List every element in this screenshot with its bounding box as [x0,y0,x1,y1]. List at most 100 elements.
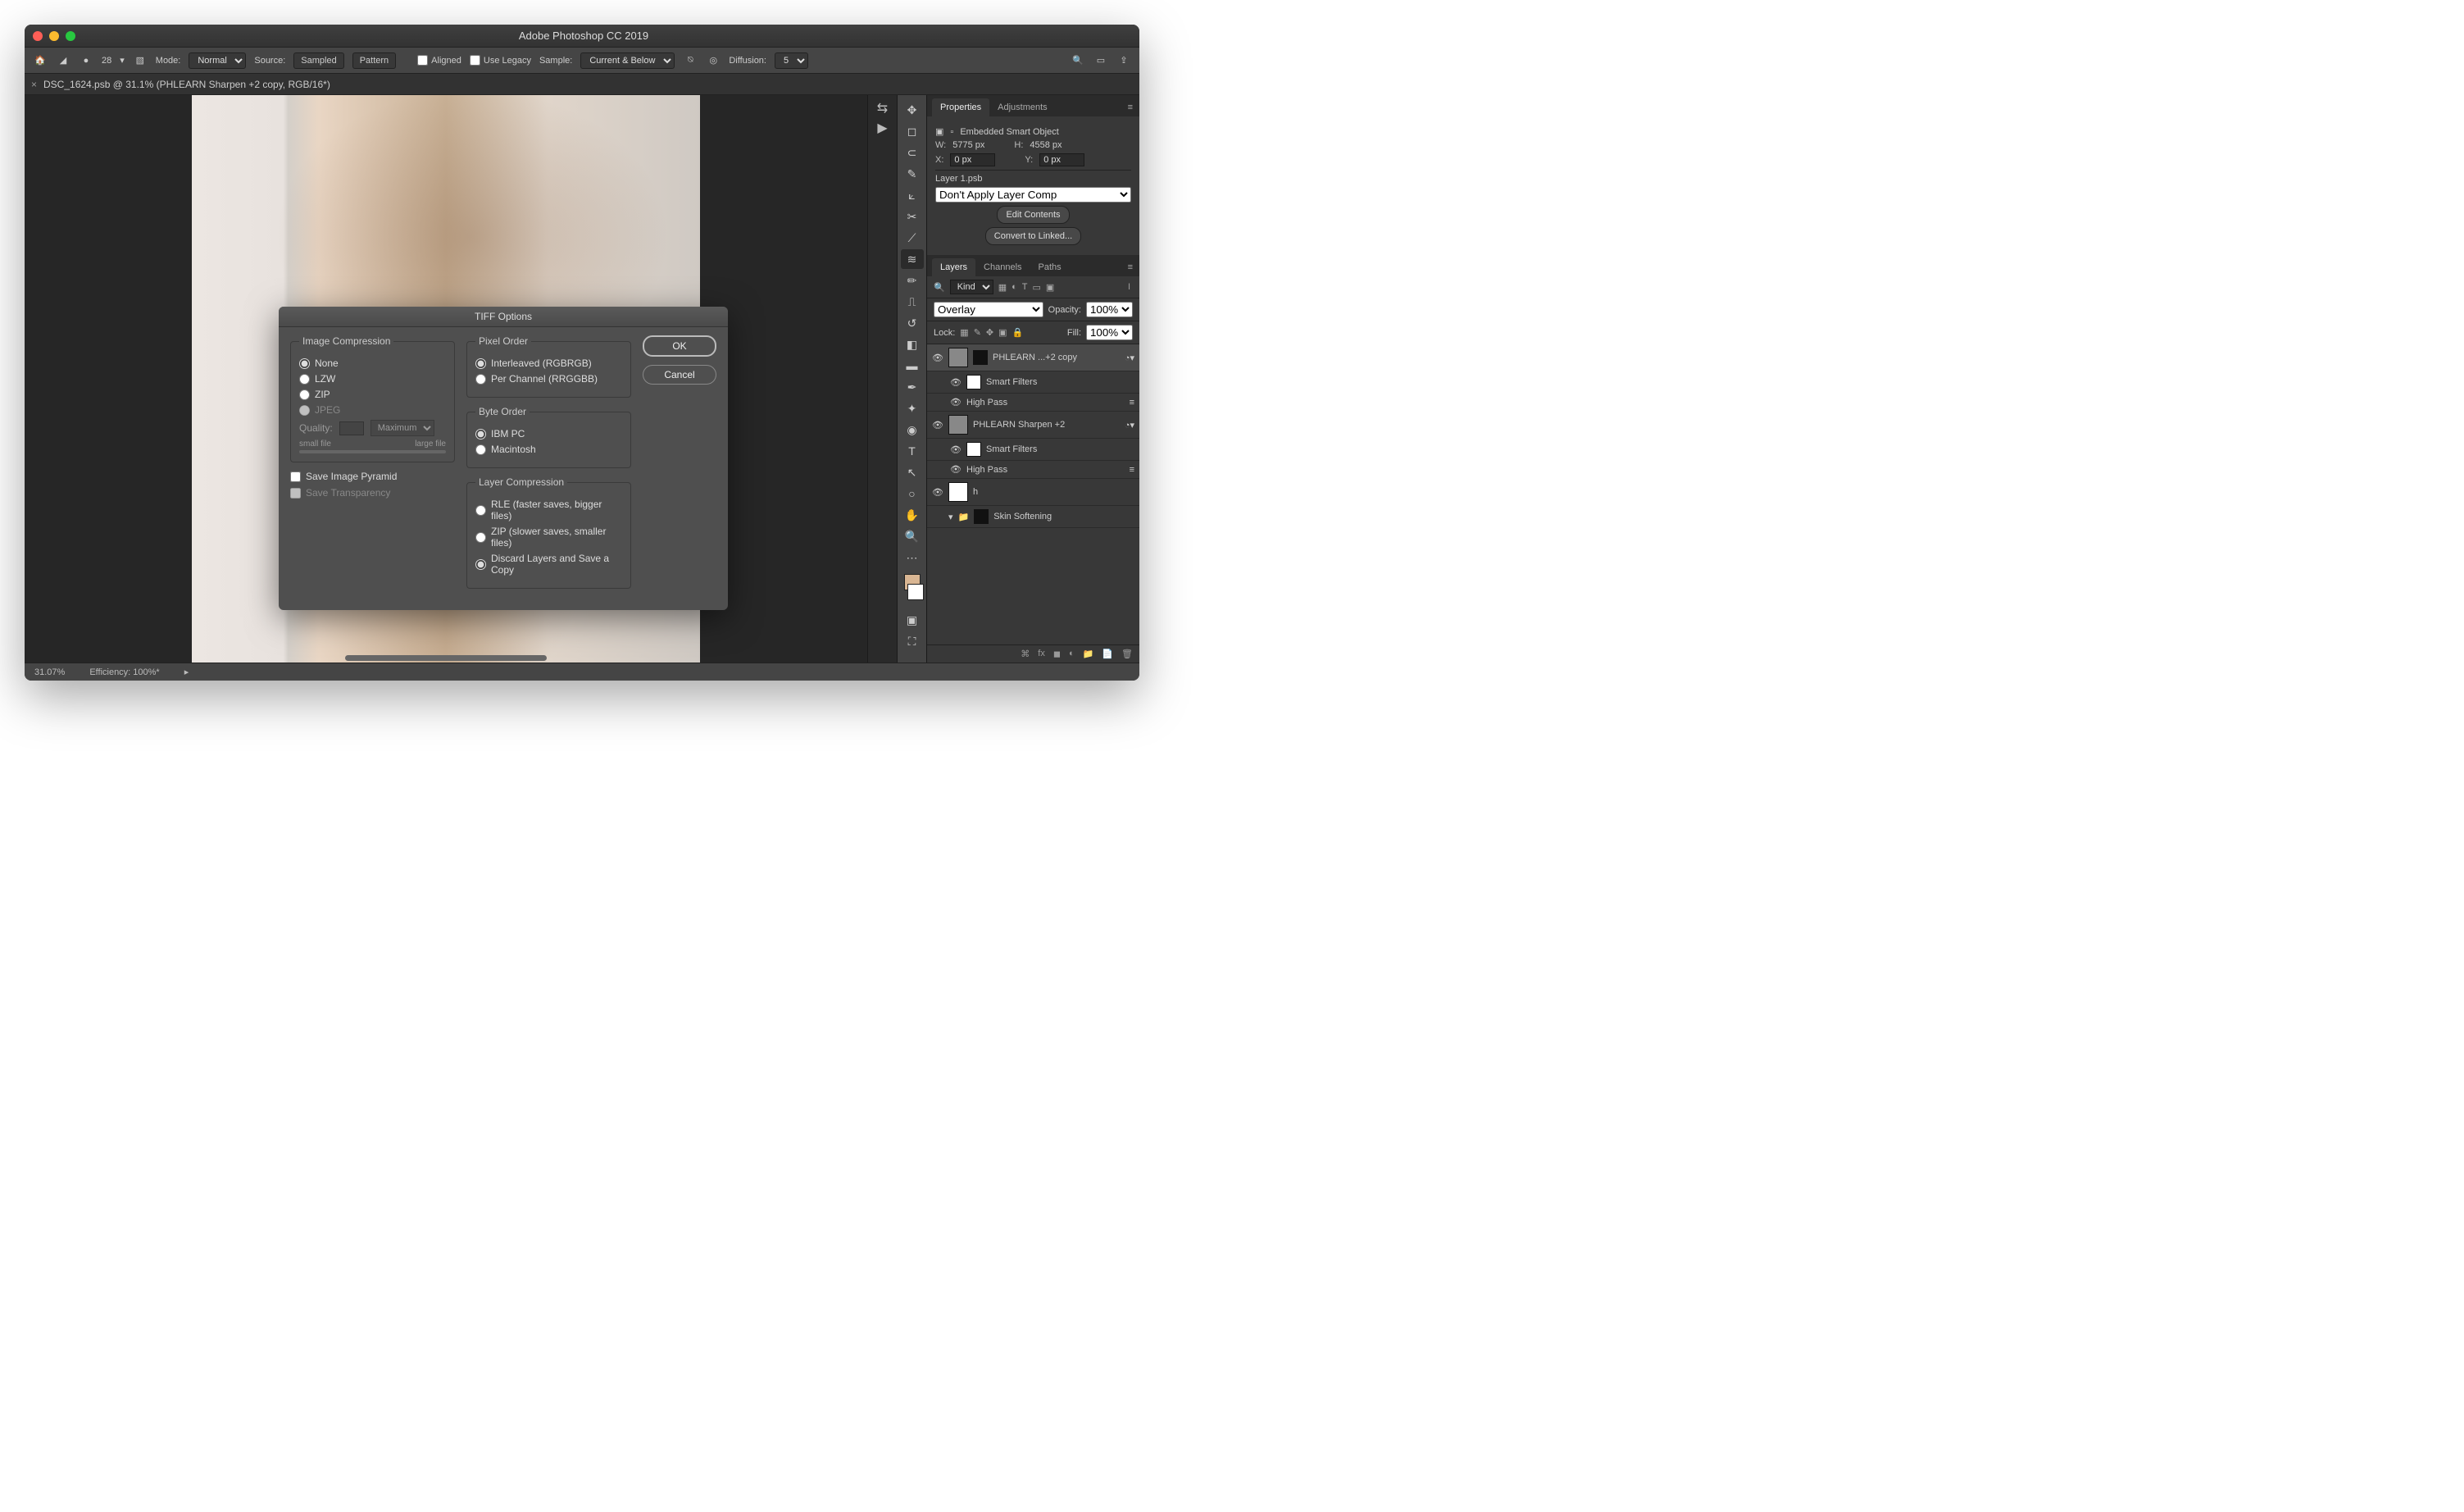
brush-size[interactable]: 28 [102,56,111,66]
layer-row[interactable]: 👁 High Pass ≡ [927,461,1139,479]
tab-layers[interactable]: Layers [932,258,975,276]
eyedropper-tool-icon[interactable]: ⟋ [901,228,924,248]
filter-expand-icon[interactable]: ◔▾ [1125,420,1134,430]
layer-row[interactable]: 👁 PHLEARN ...+2 copy ◔▾ [927,344,1139,371]
document-tab[interactable]: DSC_1624.psb @ 31.1% (PHLEARN Sharpen +2… [43,79,330,90]
lasso-tool-icon[interactable]: ⊂ [901,143,924,162]
lock-transparent-icon[interactable]: ▦ [960,327,968,338]
layer-rle-radio[interactable]: RLE (faster saves, bigger files) [475,499,622,521]
pixel-per-channel-radio[interactable]: Per Channel (RRGGBB) [475,373,622,385]
layer-row[interactable]: 👁 Smart Filters [927,371,1139,394]
tool-preset-icon[interactable]: ◢ [56,53,70,68]
panel-icon-1[interactable]: ⇆ [877,100,888,116]
layer-thumbnail[interactable] [948,482,968,502]
lock-position-icon[interactable]: ✥ [986,327,993,338]
visibility-toggle-icon[interactable]: 👁 [950,397,962,408]
blur-tool-icon[interactable]: ◉ [901,420,924,439]
layer-list[interactable]: 👁 PHLEARN ...+2 copy ◔▾ 👁 Smart Filters … [927,344,1139,644]
share-icon[interactable]: ⇪ [1116,53,1131,68]
brush-tool-icon[interactable]: ✎ [901,164,924,184]
layer-discard-radio[interactable]: Discard Layers and Save a Copy [475,553,622,576]
canvas-scrollbar-horizontal[interactable] [25,654,867,663]
convert-linked-button[interactable]: Convert to Linked... [985,227,1081,245]
new-group-icon[interactable]: 📁 [1083,649,1094,659]
blend-mode-select[interactable]: Overlay [934,302,1043,317]
byte-ibm-radio[interactable]: IBM PC [475,428,622,439]
layer-row[interactable]: 👁 Smart Filters [927,439,1139,461]
visibility-toggle-icon[interactable]: 👁 [950,444,962,455]
cancel-button[interactable]: Cancel [643,365,716,385]
gradient-tool-icon[interactable]: ▬ [901,356,924,376]
layer-row[interactable]: 👁 High Pass ≡ [927,394,1139,412]
filter-options-icon[interactable]: ≡ [1130,465,1134,475]
compression-none-radio[interactable]: None [299,358,446,369]
filter-options-icon[interactable]: ≡ [1130,398,1134,408]
layer-row[interactable]: ▾ 📁 Skin Softening [927,506,1139,528]
patch-tool-icon[interactable]: ✂ [901,207,924,226]
aligned-checkbox[interactable]: Aligned [417,55,461,66]
filter-pixel-icon[interactable]: ▦ [998,282,1007,293]
layer-thumbnail[interactable] [948,415,968,435]
tab-paths[interactable]: Paths [1030,258,1070,276]
pen-tool-icon[interactable]: ✒ [901,377,924,397]
move-tool-icon[interactable]: ✥ [901,100,924,120]
group-expand-icon[interactable]: ▾ [948,512,953,522]
history-brush-tool-icon[interactable]: ↺ [901,313,924,333]
layer-zip-radio[interactable]: ZIP (slower saves, smaller files) [475,526,622,549]
new-layer-icon[interactable]: 📄 [1102,649,1113,659]
layer-row[interactable]: 👁 h [927,479,1139,506]
filter-expand-icon[interactable]: ◔▾ [1125,353,1134,363]
adjustment-layer-icon[interactable]: ◐ [1069,649,1075,659]
lock-artboard-icon[interactable]: ▣ [998,327,1007,338]
layer-style-icon[interactable]: fx [1038,649,1045,659]
save-image-pyramid-checkbox[interactable]: Save Image Pyramid [290,471,455,482]
compression-zip-radio[interactable]: ZIP [299,389,446,400]
marquee-tool-icon[interactable]: ◻ [901,121,924,141]
filter-mask-thumbnail[interactable] [966,442,981,457]
filter-toggle-icon[interactable]: ⏽ [1125,282,1133,293]
close-window-button[interactable] [33,31,43,41]
filter-adjust-icon[interactable]: ◐ [1012,282,1017,292]
eraser-tool-icon[interactable]: ◧ [901,335,924,354]
layer-comp-select[interactable]: Don't Apply Layer Comp [935,187,1131,203]
panel-icon-2[interactable]: ▶ [877,120,887,136]
panel-menu-icon[interactable]: ≡ [1121,98,1139,116]
zoom-tool-icon[interactable]: 🔍 [901,526,924,546]
clone-tool-icon[interactable]: ⎍ [901,292,924,312]
y-input[interactable] [1039,153,1084,166]
visibility-toggle-icon[interactable]: 👁 [950,377,962,388]
ok-button[interactable]: OK [643,335,716,357]
opacity-select[interactable]: 100% [1086,302,1133,317]
pixel-interleaved-radio[interactable]: Interleaved (RGBRGB) [475,358,622,369]
sample-select[interactable]: Current & Below [580,52,675,69]
filter-mask-thumbnail[interactable] [966,375,981,389]
mode-select[interactable]: Normal [189,52,246,69]
quickmask-icon[interactable]: ▣ [901,610,924,630]
search-icon[interactable]: 🔍 [1071,53,1085,68]
layer-filter-kind[interactable]: Kind [950,280,993,294]
compression-lzw-radio[interactable]: LZW [299,373,446,385]
ignore-adjustment-icon[interactable]: ⍉ [683,53,698,68]
tab-channels[interactable]: Channels [975,258,1030,276]
magic-wand-tool-icon[interactable]: ✦ [901,398,924,418]
pressure-icon[interactable]: ◎ [706,53,721,68]
visibility-toggle-icon[interactable]: 👁 [950,464,962,475]
source-pattern-button[interactable]: Pattern [352,52,396,69]
zoom-level[interactable]: 31.07% [34,667,65,677]
tab-adjustments[interactable]: Adjustments [989,98,1056,116]
layer-mask-icon[interactable]: ◼ [1053,649,1061,659]
path-select-tool-icon[interactable]: ↖ [901,462,924,482]
tab-properties[interactable]: Properties [932,98,989,116]
type-tool-icon[interactable]: T [901,441,924,461]
fill-select[interactable]: 100% [1086,325,1133,340]
hand-tool-icon[interactable]: ✋ [901,505,924,525]
layer-thumbnail[interactable] [948,348,968,367]
brush-preview-icon[interactable]: ● [79,53,93,68]
minimize-window-button[interactable] [49,31,59,41]
shape-tool-icon[interactable]: ○ [901,484,924,503]
fullscreen-window-button[interactable] [66,31,75,41]
lock-all-icon[interactable]: 🔒 [1012,327,1024,338]
crop-tool-icon[interactable]: ⟀ [901,185,924,205]
brush-panel-icon[interactable]: ▧ [133,53,148,68]
visibility-toggle-icon[interactable]: 👁 [932,487,943,498]
